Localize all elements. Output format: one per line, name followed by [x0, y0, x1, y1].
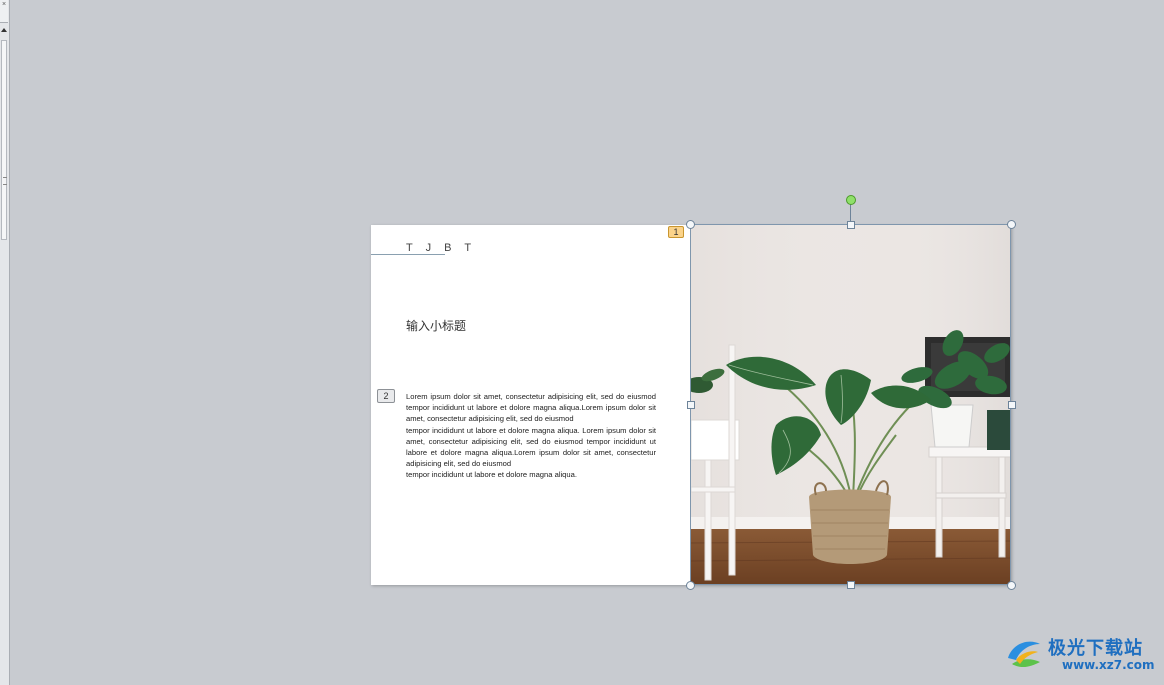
body-paragraph: tempor incididunt ut labore et dolore ma… — [406, 425, 656, 469]
body-paragraph: tempor incididunt ut labore et dolore ma… — [406, 470, 577, 480]
resize-handle-bottom-left[interactable] — [686, 581, 695, 590]
resize-handle-bottom[interactable] — [847, 581, 855, 589]
resize-handle-top[interactable] — [847, 221, 855, 229]
resize-handle-left[interactable] — [687, 401, 695, 409]
title-underline — [371, 254, 445, 255]
resize-handle-right[interactable] — [1008, 401, 1016, 409]
vertical-scrollbar[interactable]: × — [0, 0, 10, 685]
slide-title[interactable]: T J B T — [406, 242, 476, 254]
animation-tag-1[interactable]: 1 — [668, 226, 684, 238]
grip-icon — [3, 177, 7, 185]
watermark-url: www.xz7.com — [1062, 658, 1155, 672]
pane-close-button[interactable]: × — [0, 0, 8, 23]
scroll-up-arrow-icon[interactable] — [1, 28, 7, 32]
resize-handle-top-right[interactable] — [1007, 220, 1016, 229]
resize-handle-top-left[interactable] — [686, 220, 695, 229]
watermark: 极光下载站 www.xz7.com — [1002, 630, 1158, 680]
plant-photo[interactable] — [691, 225, 1011, 585]
rotate-handle[interactable] — [846, 195, 856, 205]
body-paragraph: Lorem ipsum dolor sit amet, consectetur … — [406, 392, 656, 424]
rotate-stem — [850, 204, 851, 222]
slide-subtitle[interactable]: 输入小标题 — [406, 317, 466, 334]
watermark-name: 极光下载站 — [1048, 638, 1143, 659]
scroll-thumb[interactable] — [1, 40, 7, 240]
resize-handle-bottom-right[interactable] — [1007, 581, 1016, 590]
plant-photo-illustration — [691, 225, 1011, 585]
animation-tag-2[interactable]: 2 — [377, 389, 395, 403]
body-text-box[interactable]: Lorem ipsum dolor sit amet, consectetur … — [406, 391, 656, 481]
aurora-logo-icon — [1008, 641, 1040, 668]
